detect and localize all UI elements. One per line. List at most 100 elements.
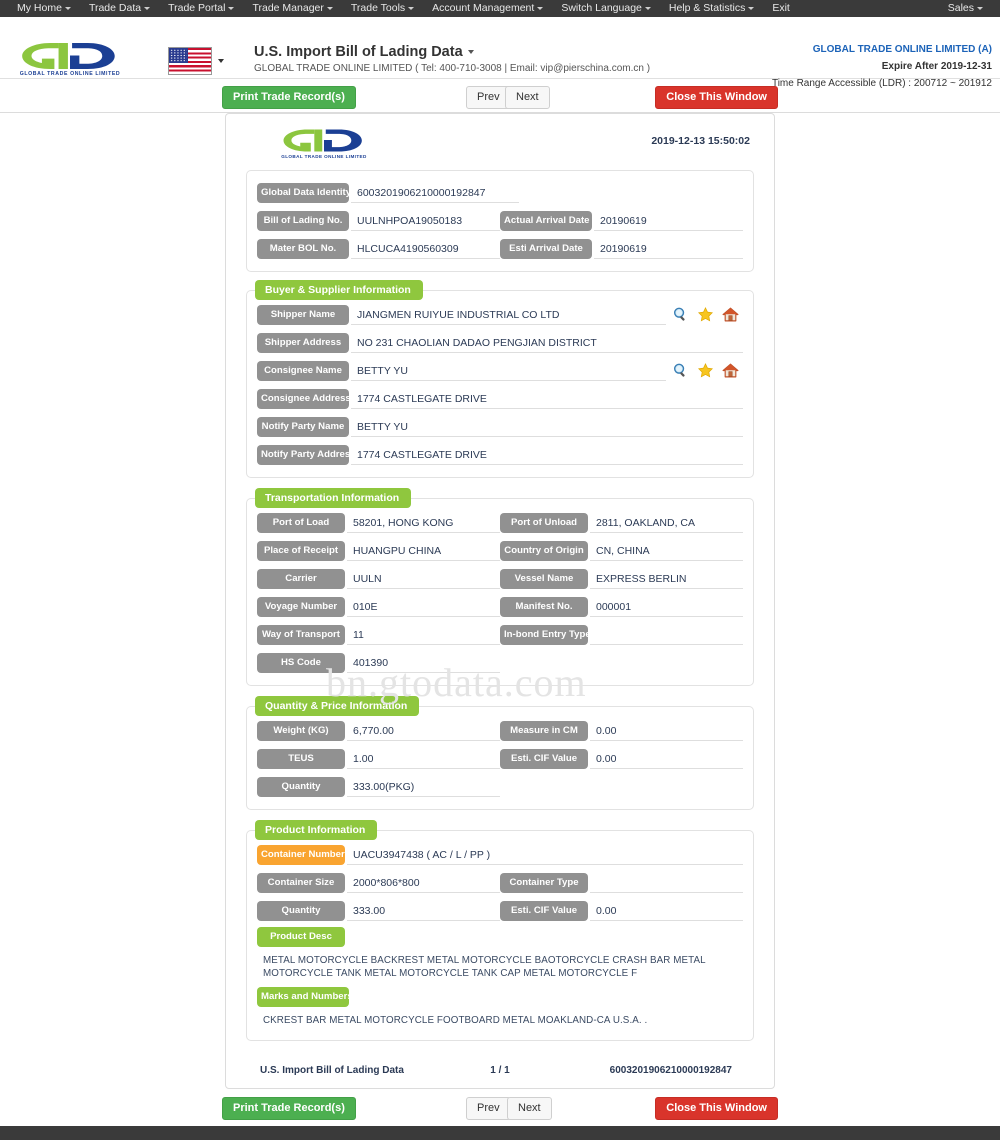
label-esti-arrival-date: Esti Arrival Date [500, 238, 592, 259]
field-cell: Vessel Name EXPRESS BERLIN [500, 565, 743, 592]
field-cell: Voyage Number 010E [257, 593, 500, 620]
field-cell: Weight (KG) 6,770.00 [257, 717, 500, 744]
page-title-text: U.S. Import Bill of Lading Data [254, 44, 463, 60]
label-product-desc: Product Desc [257, 927, 345, 947]
print-trade-records-button[interactable]: Print Trade Record(s) [222, 86, 356, 109]
section-title-product: Product Information [255, 820, 378, 840]
field-cell: Place of Receipt HUANGPU CHINA [257, 537, 500, 564]
nav-item-my-home[interactable]: My Home [8, 0, 80, 17]
print-trade-records-button-bottom[interactable]: Print Trade Record(s) [222, 1097, 356, 1120]
label-in-bond-entry-type: In-bond Entry Type [500, 624, 588, 645]
field-cell: Esti. CIF Value 0.00 [500, 897, 743, 924]
field-row: Container Number UACU3947438 ( AC / L / … [257, 841, 743, 868]
field-cell-empty [500, 773, 743, 800]
field-row: Consignee Name BETTY YU [257, 357, 743, 384]
nav-item-trade-manager[interactable]: Trade Manager [243, 0, 341, 17]
search-icon[interactable] [672, 362, 689, 379]
next-record-button[interactable]: Next [505, 86, 550, 109]
chevron-down-icon [408, 6, 415, 10]
chevron-down-icon [326, 6, 333, 10]
nav-item-sales[interactable]: Sales [939, 0, 992, 17]
home-icon[interactable] [722, 362, 739, 379]
label-notify-party-name: Notify Party Name [257, 416, 349, 437]
value-in-bond-entry-type [590, 625, 743, 645]
field-cell: Shipper Address NO 231 CHAOLIAN DADAO PE… [257, 329, 743, 356]
field-cell: Mater BOL No. HLCUCA4190560309 [257, 235, 500, 262]
account-expiry: Expire After 2019-12-31 [881, 61, 992, 72]
star-icon[interactable] [697, 306, 714, 323]
field-cell: Consignee Name BETTY YU [257, 357, 743, 384]
nav-item-account-management[interactable]: Account Management [423, 0, 552, 17]
next-record-button-bottom[interactable]: Next [507, 1097, 552, 1120]
field-row: Place of Receipt HUANGPU CHINA Country o… [257, 537, 743, 564]
field-row: Quantity 333.00(PKG) [257, 773, 743, 800]
close-window-button-bottom[interactable]: Close This Window [655, 1097, 778, 1120]
record-footer-id: 6003201906210000192847 [609, 1065, 732, 1076]
prev-record-button[interactable]: Prev [466, 86, 511, 109]
account-company-name: GLOBAL TRADE ONLINE LIMITED (A) [812, 44, 992, 55]
nav-item-exit[interactable]: Exit [763, 0, 799, 17]
field-row: Notify Party Address 1774 CASTLEGATE DRI… [257, 441, 743, 468]
value-place-of-receipt: HUANGPU CHINA [347, 541, 500, 561]
field-cell: Country of Origin CN, CHINA [500, 537, 743, 564]
label-notify-party-address: Notify Party Address [257, 444, 349, 465]
field-cell: Notify Party Name BETTY YU [257, 413, 743, 440]
field-cell: Consignee Address 1774 CASTLEGATE DRIVE [257, 385, 743, 412]
gto-logo-small [283, 129, 362, 152]
label-port-of-unload: Port of Unload [500, 512, 588, 533]
label-esti-cif-value: Esti. CIF Value [500, 748, 588, 769]
value-product-desc: METAL MOTORCYCLE BACKREST METAL MOTORCYC… [263, 955, 706, 979]
chevron-down-icon [64, 6, 71, 10]
nav-item-label: Exit [772, 2, 790, 14]
label-actual-arrival-date: Actual Arrival Date [500, 210, 592, 231]
nav-item-label: Trade Data [88, 2, 142, 14]
nav-item-label: My Home [17, 2, 62, 14]
nav-item-trade-portal[interactable]: Trade Portal [159, 0, 243, 17]
value-container-type [590, 873, 743, 893]
section-identity: Global Data Identity 6003201906210000192… [246, 170, 754, 272]
nav-item-trade-tools[interactable]: Trade Tools [342, 0, 423, 17]
label-product-esti-cif-value: Esti. CIF Value [500, 900, 588, 921]
nav-item-help-statistics[interactable]: Help & Statistics [660, 0, 763, 17]
close-window-button[interactable]: Close This Window [655, 86, 778, 109]
nav-item-trade-data[interactable]: Trade Data [80, 0, 159, 17]
label-weight-kg: Weight (KG) [257, 720, 345, 741]
page-footer: 苏ICP备14033305号 Company Website|Global Cu… [0, 1126, 1000, 1140]
value-measure-in-cm: 0.00 [590, 721, 743, 741]
label-global-data-identity: Global Data Identity [257, 182, 349, 203]
field-cell: Quantity 333.00(PKG) [257, 773, 500, 800]
field-cell: Container Number UACU3947438 ( AC / L / … [257, 841, 743, 868]
field-row: HS Code 401390 [257, 649, 743, 676]
value-port-of-unload: 2811, OAKLAND, CA [590, 513, 743, 533]
home-icon[interactable] [722, 306, 739, 323]
row-action-icons [672, 306, 743, 323]
record-timestamp: 2019-12-13 15:50:02 [651, 135, 750, 147]
label-manifest-no: Manifest No. [500, 596, 588, 617]
value-shipper-address: NO 231 CHAOLIAN DADAO PENGJIAN DISTRICT [351, 333, 743, 353]
star-icon[interactable] [697, 362, 714, 379]
field-row: Way of Transport 11 In-bond Entry Type [257, 621, 743, 648]
label-teus: TEUS [257, 748, 345, 769]
section-title-quantity-price: Quantity & Price Information [255, 696, 420, 716]
label-mater-bol-no: Mater BOL No. [257, 238, 349, 259]
nav-right-group: Sales [939, 0, 992, 17]
field-row: Global Data Identity 6003201906210000192… [257, 179, 743, 206]
value-actual-arrival-date: 20190619 [594, 211, 743, 231]
value-consignee-name: BETTY YU [351, 361, 666, 381]
section-quantity-price: Quantity & Price Information Weight (KG)… [246, 696, 754, 810]
prev-record-button-bottom[interactable]: Prev [466, 1097, 511, 1120]
field-cell: Container Size 2000*806*800 [257, 869, 500, 896]
country-selector[interactable] [168, 47, 224, 75]
label-consignee-address: Consignee Address [257, 388, 349, 409]
search-icon[interactable] [672, 306, 689, 323]
trade-record-card: bn.gtodata.com GLOBAL TRADE ONLINE LIMIT… [225, 113, 775, 1089]
field-cell: Quantity 333.00 [257, 897, 500, 924]
us-flag-icon [168, 47, 212, 75]
value-hs-code: 401390 [347, 653, 500, 673]
value-bill-of-lading-no: UULNHPOA19050183 [351, 211, 500, 231]
field-cell: Measure in CM 0.00 [500, 717, 743, 744]
chevron-down-icon[interactable] [467, 50, 474, 55]
gto-logo[interactable] [18, 39, 122, 73]
nav-item-switch-language[interactable]: Switch Language [552, 0, 660, 17]
field-cell: Shipper Name JIANGMEN RUIYUE INDUSTRIAL … [257, 301, 743, 328]
